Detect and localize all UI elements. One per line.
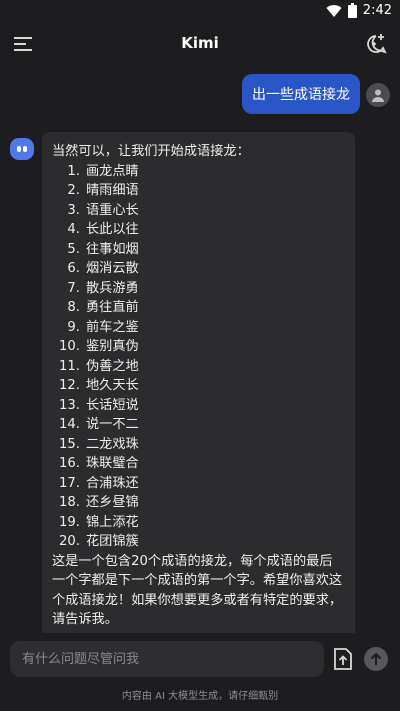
idiom-item: 10. 鉴别真伪 (52, 337, 345, 357)
idiom-item: 8. 勇往直前 (52, 298, 345, 318)
idiom-item: 18. 还乡昼锦 (52, 493, 345, 513)
idiom-number: 8. (67, 300, 80, 315)
page-title: Kimi (181, 34, 219, 52)
composer-area: 内容由 AI 大模型生成，请仔细甄别 (0, 633, 400, 711)
idiom-number: 10. (59, 339, 80, 354)
upload-icon (334, 648, 352, 670)
idiom-text: 珠联璧合 (86, 456, 139, 471)
idiom-number: 5. (67, 241, 80, 257)
bot-intro-text: 当然可以，让我们开始成语接龙： (52, 144, 250, 159)
ai-disclaimer: 内容由 AI 大模型生成，请仔细甄别 (121, 691, 279, 702)
idiom-number: 2. (67, 183, 80, 198)
upload-button[interactable] (332, 647, 354, 671)
app-header: Kimi (0, 22, 400, 68)
send-arrow-icon (370, 652, 382, 665)
idiom-text: 散兵游勇 (86, 280, 139, 296)
status-time: 2:42 (362, 3, 392, 18)
idiom-item: 6. 烟消云散 (52, 259, 345, 279)
message-input-container[interactable] (10, 641, 324, 677)
idiom-text: 鉴别真伪 (86, 339, 139, 354)
battery-icon (347, 3, 357, 18)
idiom-number: 3. (67, 202, 80, 218)
idiom-number: 16. (59, 456, 80, 471)
user-avatar[interactable] (366, 83, 390, 107)
idiom-text: 画龙点睛 (86, 163, 139, 179)
idiom-number: 20. (59, 534, 80, 549)
idiom-item: 17. 合浦珠还 (52, 474, 345, 494)
bot-outro-text: 这是一个包含20个成语的接龙，每个成语的最后一个字都是下一个成语的第一个字。希望… (52, 553, 343, 628)
idiom-item: 2. 晴雨细语 (52, 181, 345, 201)
idiom-item: 9. 前车之鉴 (52, 318, 345, 338)
idiom-item: 13. 长话短说 (52, 396, 345, 416)
idiom-number: 19. (59, 514, 80, 530)
idiom-item: 3. 语重心长 (52, 201, 345, 221)
idiom-text: 地久天长 (86, 378, 139, 393)
avatar-eye (17, 146, 21, 152)
idiom-text: 烟消云散 (86, 261, 139, 276)
idiom-item: 14. 说一不二 (52, 415, 345, 435)
idiom-item: 1. 画龙点睛 (52, 162, 345, 182)
new-chat-button[interactable] (364, 32, 388, 56)
idiom-list: 1. 画龙点睛 2. 晴雨细语 3. 语重心长 4. 长此以往 5. 往事如烟 6. 烟消云散 7. 散兵… (52, 162, 345, 552)
idiom-text: 语重心长 (86, 202, 139, 218)
idiom-text: 还乡昼锦 (86, 495, 139, 510)
idiom-number: 17. (59, 475, 80, 491)
avatar-eye (23, 146, 27, 152)
idiom-text: 晴雨细语 (86, 183, 139, 198)
idiom-item: 19. 锦上添花 (52, 513, 345, 533)
idiom-item: 12. 地久天长 (52, 376, 345, 396)
idiom-item: 4. 长此以往 (52, 220, 345, 240)
idiom-item: 20. 花团锦簇 (52, 532, 345, 552)
idiom-number: 12. (59, 378, 80, 393)
idiom-number: 15. (59, 436, 80, 452)
wifi-icon (326, 4, 342, 17)
idiom-text: 锦上添花 (86, 514, 139, 530)
user-icon (372, 89, 384, 102)
idiom-number: 7. (67, 280, 80, 296)
idiom-number: 13. (59, 397, 80, 413)
idiom-number: 6. (67, 261, 80, 276)
status-icons: 2:42 (326, 3, 392, 18)
idiom-text: 往事如烟 (86, 241, 139, 257)
idiom-number: 18. (59, 495, 80, 510)
user-message-row: 出一些成语接龙 (0, 74, 400, 116)
bot-message-bubble: 当然可以，让我们开始成语接龙： 1. 画龙点睛 2. 晴雨细语 3. 语重心长 4. 长此以往… (42, 132, 355, 633)
new-chat-icon (367, 34, 387, 54)
idiom-item: 7. 散兵游勇 (52, 279, 345, 299)
idiom-number: 4. (67, 222, 80, 237)
idiom-text: 长此以往 (86, 222, 139, 237)
idiom-number: 11. (59, 358, 80, 374)
idiom-text: 说一不二 (86, 417, 139, 432)
idiom-item: 15. 二龙戏珠 (52, 435, 345, 455)
idiom-item: 11. 伪善之地 (52, 357, 345, 377)
idiom-text: 花团锦簇 (86, 534, 139, 549)
idiom-text: 勇往直前 (86, 300, 139, 315)
idiom-text: 前车之鉴 (86, 319, 139, 335)
idiom-text: 伪善之地 (86, 358, 139, 374)
idiom-number: 9. (67, 319, 80, 335)
message-input[interactable] (20, 650, 324, 668)
idiom-item: 16. 珠联璧合 (52, 454, 345, 474)
send-button[interactable] (364, 647, 388, 671)
idiom-text: 二龙戏珠 (86, 436, 139, 452)
status-bar: 2:42 (0, 0, 400, 22)
idiom-number: 1. (67, 163, 80, 179)
idiom-text: 长话短说 (86, 397, 139, 413)
idiom-text: 合浦珠还 (86, 475, 139, 491)
kimi-avatar-icon (10, 138, 34, 160)
idiom-item: 5. 往事如烟 (52, 240, 345, 260)
idiom-number: 14. (59, 417, 80, 432)
chat-messages[interactable]: 出一些成语接龙 当然可以，让我们开始成语接龙： 1. 画龙点睛 2. 晴雨细语 3. 语重… (0, 68, 400, 633)
user-message-bubble: 出一些成语接龙 (242, 74, 360, 114)
